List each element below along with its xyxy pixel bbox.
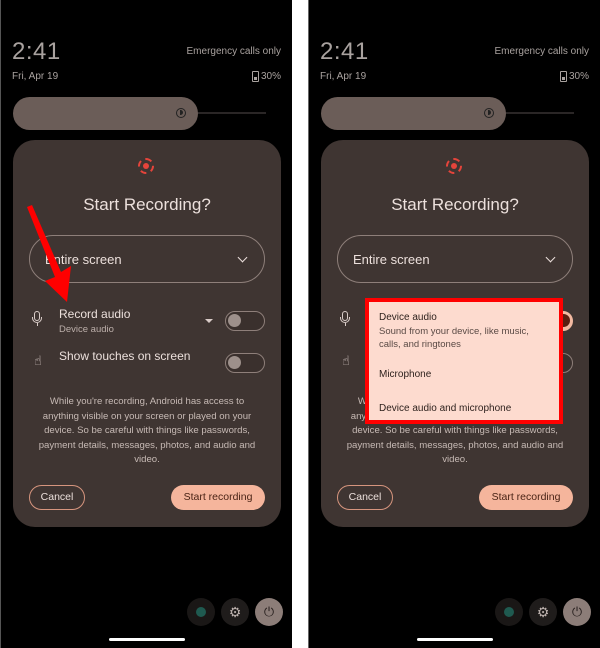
privacy-notice: While you're recording, Android has acce… [38,396,256,465]
carrier-status: Emergency calls only [186,46,281,57]
start-recording-dialog: Start Recording? Entire screen Record au… [13,140,281,527]
cancel-button[interactable]: Cancel [337,485,393,510]
carrier-status: Emergency calls only [494,46,589,57]
battery-percent: 30% [260,71,281,82]
show-touches-row: ☝ Show touches on screen [13,345,281,379]
menu-item-device-audio[interactable]: Device audio Sound from your device, lik… [379,312,551,351]
chevron-down-icon [237,252,248,263]
brightness-slider[interactable] [13,97,198,130]
microphone-icon-foot [36,323,38,326]
home-indicator[interactable] [109,638,185,641]
battery-percent: 30% [568,71,589,82]
screen-record-icon [446,158,462,174]
power-icon[interactable]: ⏻ [255,598,283,626]
gear-icon[interactable]: ⚙ [529,598,557,626]
audio-source-dropdown-icon[interactable] [205,319,213,323]
battery-icon [559,71,567,82]
screen-record-icon [138,158,154,174]
show-touches-label: Show touches on screen [59,349,191,363]
microphone-icon-foot [344,323,346,326]
record-audio-toggle[interactable] [225,311,265,331]
power-icon[interactable]: ⏻ [563,598,591,626]
start-recording-button[interactable]: Start recording [171,485,265,510]
gear-icon[interactable]: ⚙ [221,598,249,626]
right-screenshot: 2:41 Fri, Apr 19 Emergency calls only 30… [308,0,600,648]
battery-status: 30% [251,71,281,82]
brightness-icon [484,108,494,118]
dialog-title: Start Recording? [391,195,519,214]
menu-item-title: Microphone [379,369,432,380]
clock: 2:41 [320,38,369,65]
left-screenshot: 2:41 Fri, Apr 19 Emergency calls only 30… [0,0,292,648]
menu-item-device-audio-and-microphone[interactable]: Device audio and microphone [379,403,551,414]
dialog-title: Start Recording? [83,195,211,214]
capture-target-value: Entire screen [45,252,122,267]
audio-source-menu: Device audio Sound from your device, lik… [365,298,563,424]
brightness-slider[interactable] [321,97,506,130]
capture-target-select[interactable]: Entire screen [29,235,265,283]
menu-item-subtitle: Sound from your device, like music, call… [379,326,529,350]
brightness-icon [176,108,186,118]
capture-target-value: Entire screen [353,252,430,267]
record-audio-label: Record audio [59,307,131,321]
touch-icon: ☝ [342,353,350,368]
menu-item-microphone[interactable]: Microphone [379,369,551,380]
home-indicator[interactable] [417,638,493,641]
toggle-thumb [228,314,241,327]
battery-status: 30% [559,71,589,82]
touch-icon: ☝ [34,353,42,368]
date: Fri, Apr 19 [12,71,59,82]
user-icon[interactable] [495,598,523,626]
battery-icon [251,71,259,82]
start-recording-button[interactable]: Start recording [479,485,573,510]
capture-target-select[interactable]: Entire screen [337,235,573,283]
audio-source-value[interactable]: Device audio [59,324,114,335]
date: Fri, Apr 19 [320,71,367,82]
user-icon[interactable] [187,598,215,626]
clock: 2:41 [12,38,61,65]
chevron-down-icon [545,252,556,263]
menu-item-title: Device audio and microphone [379,403,512,414]
brightness-track[interactable] [499,112,574,114]
toggle-thumb [228,356,241,369]
show-touches-toggle[interactable] [225,353,265,373]
cancel-button[interactable]: Cancel [29,485,85,510]
menu-item-title: Device audio [379,312,437,323]
record-audio-row: Record audio Device audio [13,303,281,337]
brightness-track[interactable] [191,112,266,114]
